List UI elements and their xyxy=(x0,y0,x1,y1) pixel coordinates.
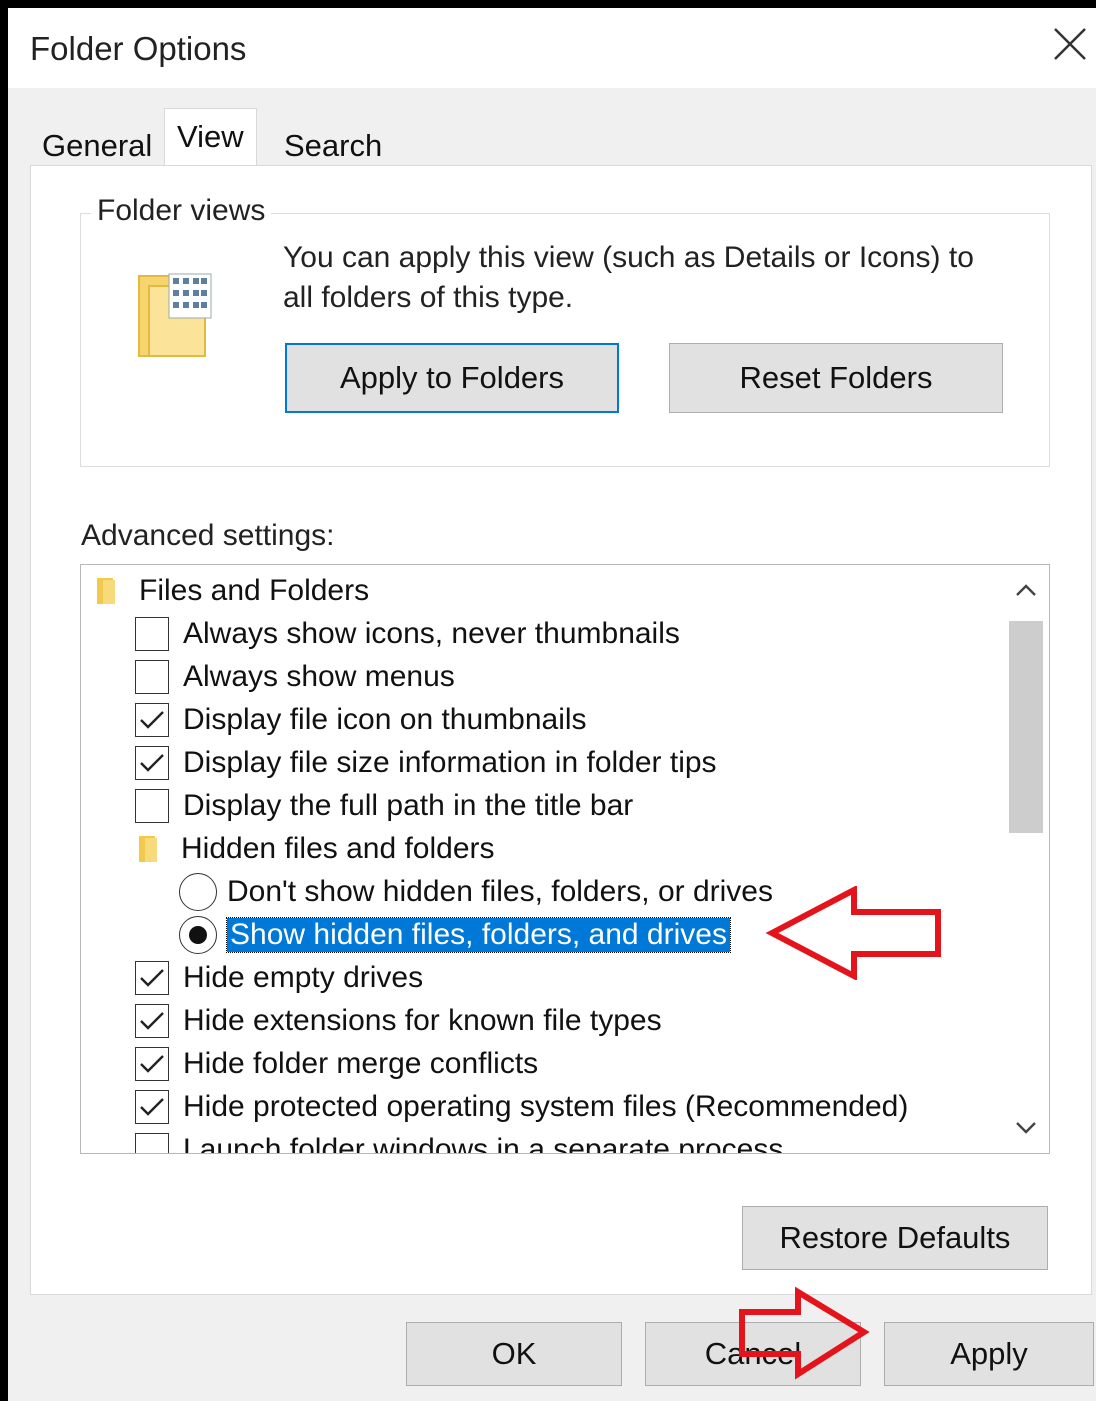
folder-icon xyxy=(139,835,157,862)
tree-folder-hidden-files[interactable]: Hidden files and folders xyxy=(137,827,495,870)
apply-to-folders-button[interactable]: Apply to Folders xyxy=(285,343,619,413)
list-item[interactable]: Hide extensions for known file types xyxy=(135,999,662,1042)
list-item[interactable]: Hide folder merge conflicts xyxy=(135,1042,538,1085)
list-item-label: Always show icons, never thumbnails xyxy=(183,616,680,650)
advanced-settings-label: Advanced settings: xyxy=(81,519,335,552)
check-icon xyxy=(140,1011,164,1030)
list-item[interactable]: Display the full path in the title bar xyxy=(135,784,633,827)
list-item[interactable]: Hide protected operating system files (R… xyxy=(135,1085,908,1128)
checkbox-checked[interactable] xyxy=(135,702,169,737)
list-item[interactable]: Display file size information in folder … xyxy=(135,741,717,784)
check-icon xyxy=(140,710,164,729)
checkbox[interactable] xyxy=(135,659,169,694)
check-icon xyxy=(140,1097,164,1116)
list-item-label: Display the full path in the title bar xyxy=(183,788,634,822)
list-item-label: Launch folder windows in a separate proc… xyxy=(183,1132,784,1154)
list-item[interactable]: Display file icon on thumbnails xyxy=(135,698,587,741)
window-title: Folder Options xyxy=(30,30,247,67)
list-item-label: Hide folder merge conflicts xyxy=(183,1046,539,1080)
description-line-2: all folders of this type. xyxy=(283,281,574,314)
checkbox-checked[interactable] xyxy=(135,745,169,780)
apply-button[interactable]: Apply xyxy=(884,1322,1094,1386)
restore-defaults-button[interactable]: Restore Defaults xyxy=(742,1206,1048,1270)
scroll-thumb[interactable] xyxy=(1009,621,1043,833)
radio-button[interactable] xyxy=(179,872,217,911)
list-item[interactable]: Always show menus xyxy=(135,655,455,698)
list-item[interactable]: Don't show hidden files, folders, or dri… xyxy=(179,870,773,913)
tab-general[interactable]: General xyxy=(30,118,164,164)
checkbox-checked[interactable] xyxy=(135,1046,169,1081)
advanced-settings-list[interactable]: Files and Folders Always show icons, nev… xyxy=(80,564,1050,1154)
list-item[interactable]: Launch folder windows in a separate proc… xyxy=(135,1128,784,1154)
checkbox[interactable] xyxy=(135,788,169,823)
close-icon[interactable] xyxy=(1048,22,1092,66)
scroll-up-arrow-icon[interactable] xyxy=(1003,565,1049,615)
list-item-label: Hidden files and folders xyxy=(181,831,495,865)
check-icon xyxy=(140,753,164,772)
folder-icon xyxy=(97,577,115,604)
folder-views-label: Folder views xyxy=(91,194,272,228)
tree-folder-files-and-folders[interactable]: Files and Folders xyxy=(95,569,369,612)
folder-views-description: You can apply this view (such as Details… xyxy=(283,238,1023,318)
checkbox[interactable] xyxy=(135,1132,169,1153)
checkbox-checked[interactable] xyxy=(135,960,169,995)
list-item-label: Hide extensions for known file types xyxy=(183,1003,662,1037)
radio-button-selected[interactable] xyxy=(179,915,217,954)
list-item-label: Display file size information in folder … xyxy=(183,745,717,779)
list-item-label: Hide empty drives xyxy=(183,960,424,994)
cancel-button[interactable]: Cancel xyxy=(645,1322,861,1386)
ok-button[interactable]: OK xyxy=(406,1322,622,1386)
list-item-label: Always show menus xyxy=(183,659,455,693)
folder-options-dialog: Folder Options General View Search Folde… xyxy=(8,8,1096,1401)
check-icon xyxy=(140,1054,164,1073)
title-bar: Folder Options xyxy=(8,8,1096,88)
list-item-label: Don't show hidden files, folders, or dri… xyxy=(227,874,773,908)
list-item-label: Files and Folders xyxy=(139,573,370,607)
list-item-label: Hide protected operating system files (R… xyxy=(183,1089,909,1123)
list-item-selected[interactable]: Show hidden files, folders, and drives xyxy=(179,913,731,956)
description-line-1: You can apply this view (such as Details… xyxy=(283,241,974,274)
view-tab-panel: Folder views You can apply this view (su… xyxy=(30,165,1092,1295)
folder-views-icon xyxy=(138,273,212,357)
list-scrollbar[interactable] xyxy=(1003,565,1049,1153)
reset-folders-button[interactable]: Reset Folders xyxy=(669,343,1003,413)
checkbox-checked[interactable] xyxy=(135,1089,169,1124)
scroll-down-arrow-icon[interactable] xyxy=(1003,1103,1049,1153)
check-icon xyxy=(140,968,164,987)
tab-search[interactable]: Search xyxy=(272,118,394,164)
tab-view[interactable]: View xyxy=(164,108,257,166)
checkbox-checked[interactable] xyxy=(135,1003,169,1038)
list-item[interactable]: Hide empty drives xyxy=(135,956,423,999)
checkbox[interactable] xyxy=(135,616,169,651)
list-item[interactable]: Always show icons, never thumbnails xyxy=(135,612,680,655)
list-item-label: Display file icon on thumbnails xyxy=(183,702,587,736)
list-item-label: Show hidden files, folders, and drives xyxy=(226,916,731,953)
folder-views-group: Folder views You can apply this view (su… xyxy=(80,194,1050,467)
